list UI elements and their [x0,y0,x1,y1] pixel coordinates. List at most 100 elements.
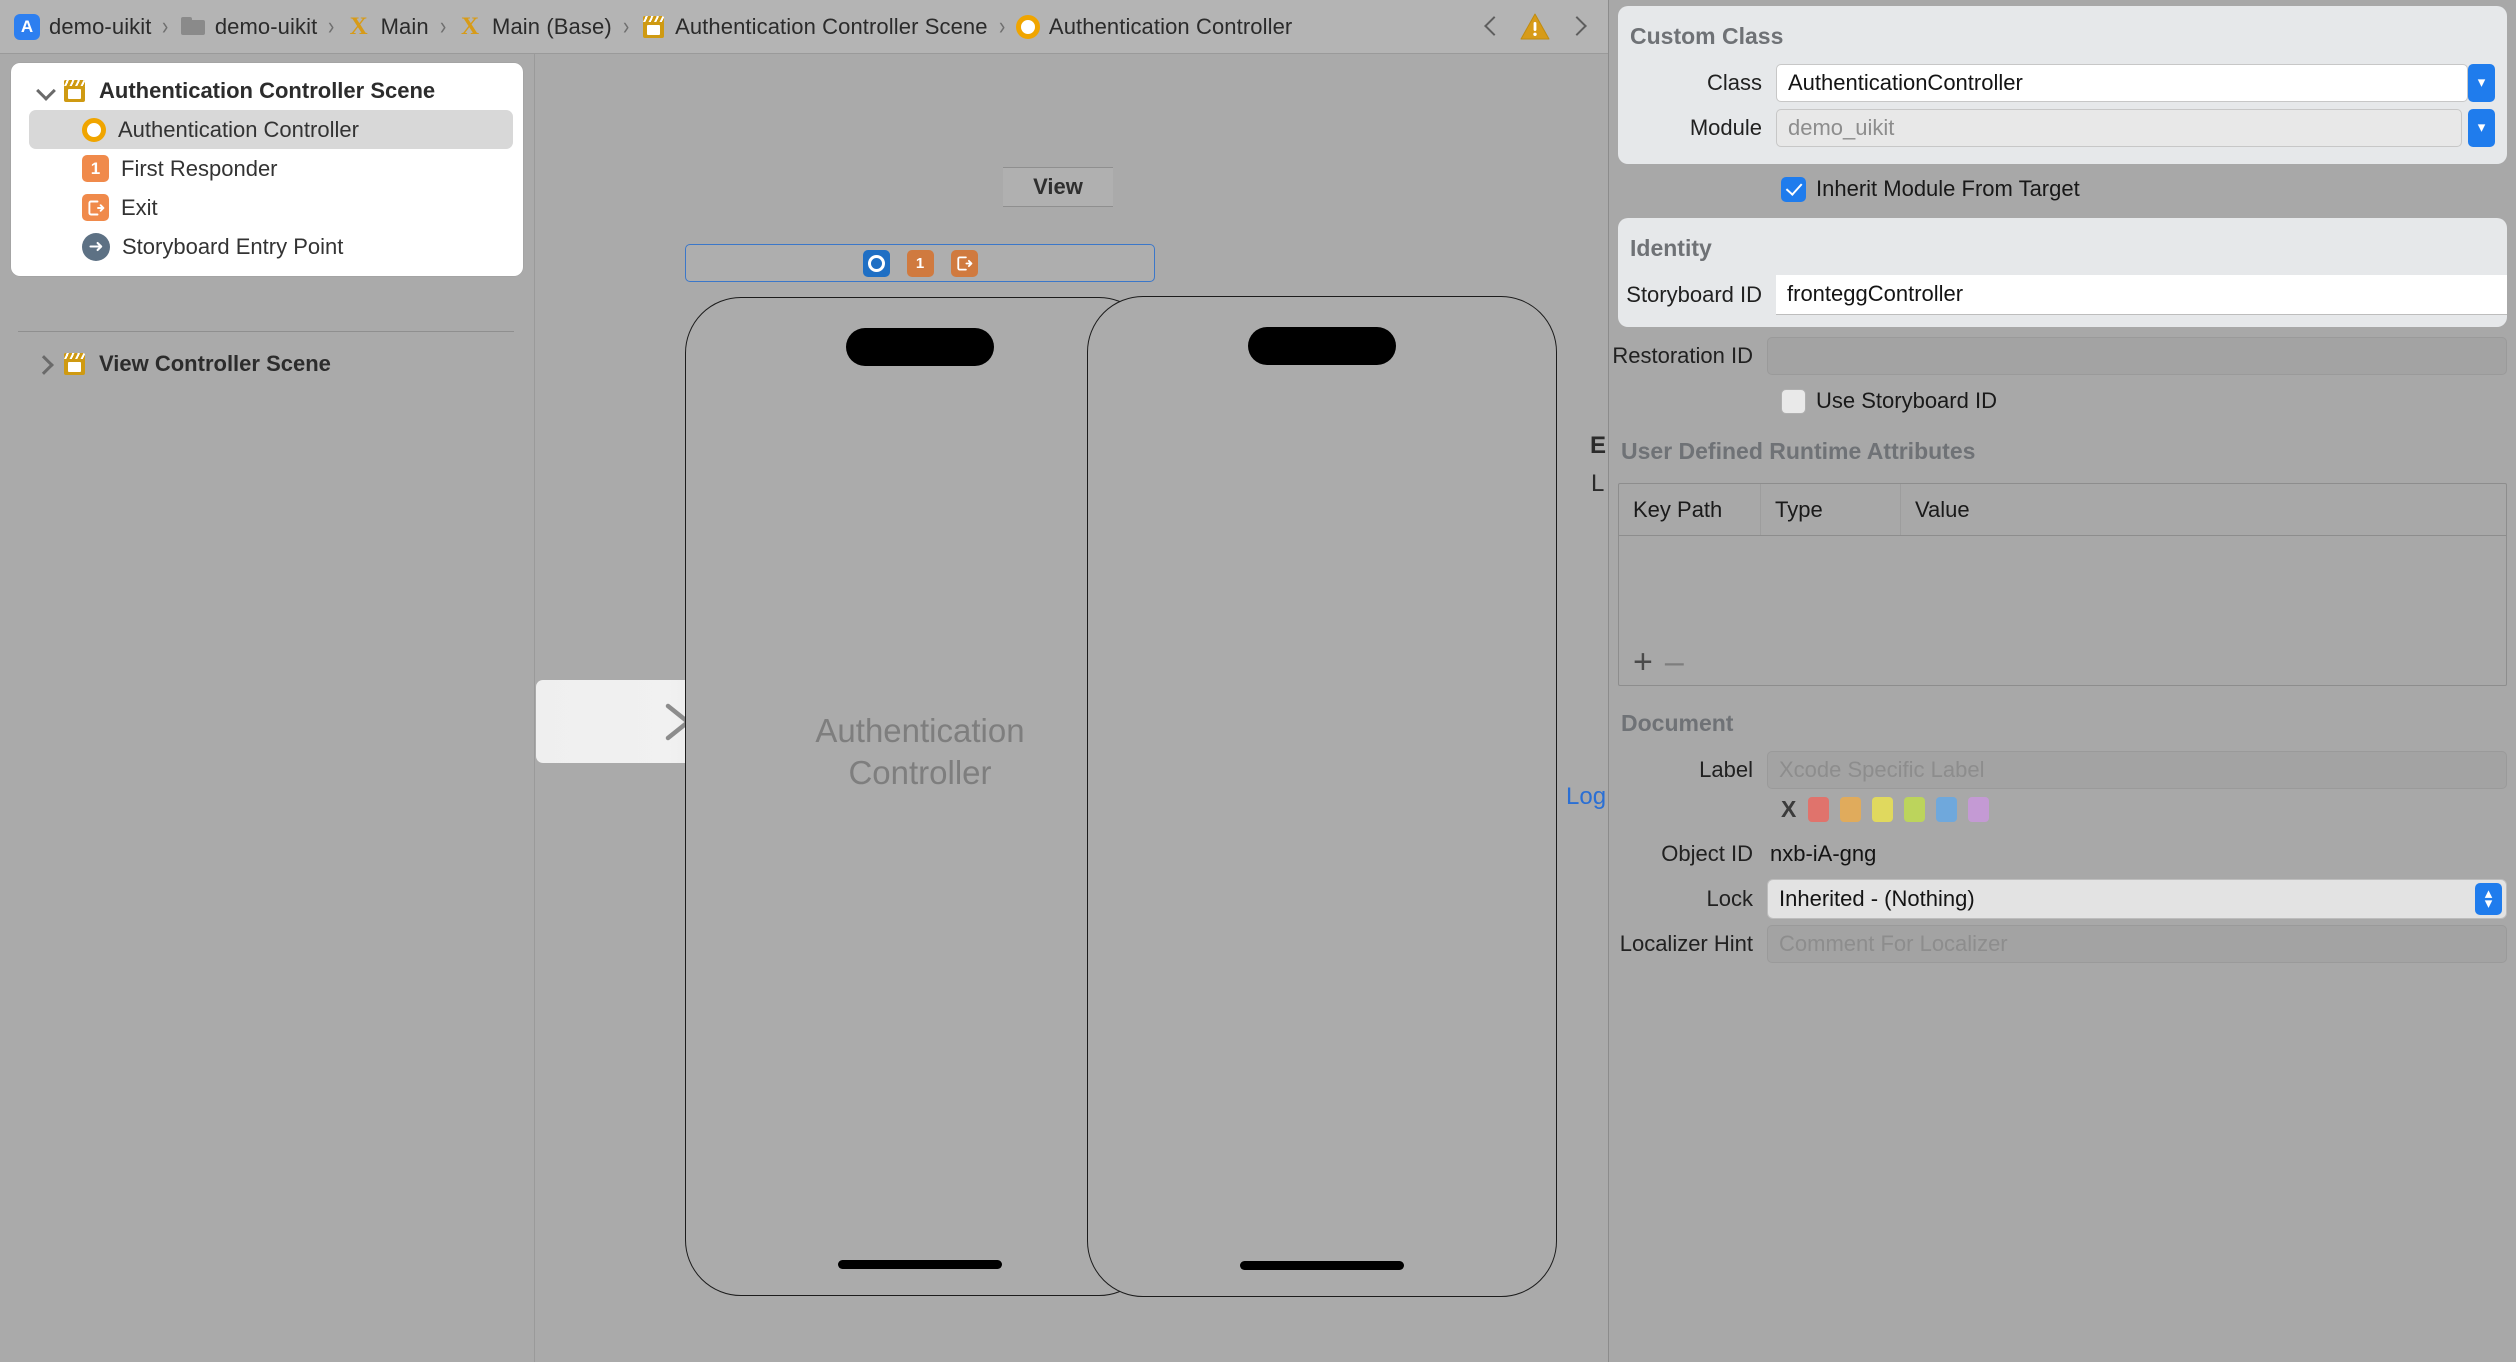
breadcrumb-item-controller[interactable]: Authentication Controller [1014,0,1294,54]
color-swatch-yellow[interactable] [1872,797,1893,822]
class-dropdown-button[interactable]: ▾ [2468,64,2495,102]
use-storyboard-id-row[interactable]: Use Storyboard ID [1609,378,2516,416]
table-header-row: Key Path Type Value [1619,484,2506,536]
color-swatch-purple[interactable] [1968,797,1989,822]
storyboard-icon: X [457,14,483,40]
chevron-up-down-icon: ▴▾ [2485,889,2493,908]
outline-item-label: View Controller Scene [99,351,331,377]
breadcrumb-separator: › [999,12,1005,41]
restoration-id-input[interactable] [1767,337,2507,375]
folder-icon [180,14,206,40]
restoration-id-row: Restoration ID [1609,333,2516,378]
column-header-key-path[interactable]: Key Path [1619,484,1761,535]
object-id-label: Object ID [1609,841,1767,867]
object-id-row: Object ID nxb-iA-gng [1609,831,2516,876]
outline-item-authentication-controller[interactable]: Authentication Controller [29,110,513,149]
storyboard-id-row: Storyboard ID fronteggController [1618,272,2507,317]
view-controller-scene-view[interactable] [1087,296,1557,1297]
breadcrumb-item-group[interactable]: demo-uikit [178,0,319,54]
label-label: Label [1609,757,1767,783]
home-indicator [838,1260,1002,1269]
column-header-type[interactable]: Type [1761,484,1901,535]
first-responder-icon: 1 [82,155,109,182]
section-title: Identity [1618,228,2507,272]
document-label-row: Label Xcode Specific Label [1609,747,2516,792]
restoration-id-label: Restoration ID [1609,343,1767,369]
nav-back-icon[interactable] [1480,16,1502,38]
add-attribute-button[interactable]: + [1633,645,1653,679]
breadcrumb-item-scene[interactable]: Authentication Controller Scene [638,0,990,54]
outline-item-exit[interactable]: Exit [11,188,523,227]
second-scene-login-link: Log [1566,783,1606,811]
runtime-attributes-table[interactable]: Key Path Type Value + – [1618,483,2507,686]
nav-forward-icon[interactable] [1568,16,1590,38]
view-controller-dock-icon[interactable] [863,250,890,277]
object-id-value: nxb-iA-gng [1767,841,1876,867]
chevron-down-icon[interactable] [33,79,57,103]
second-scene-email-label: E [1590,432,1606,460]
breadcrumb-item-project[interactable]: A demo-uikit [12,0,153,54]
breadcrumb-nav [1480,13,1608,40]
chevron-down-icon: ▾ [2478,78,2486,87]
authentication-controller-scene-view[interactable]: Authentication Controller [685,297,1155,1296]
second-scene-view-tab[interactable]: View [1003,167,1113,207]
identity-section: Identity Storyboard ID fronteggControlle… [1618,218,2507,327]
class-label: Class [1618,70,1776,96]
breadcrumb-label: Main (Base) [492,14,612,40]
outline-item-scene[interactable]: Authentication Controller Scene [11,71,523,110]
outline-item-first-responder[interactable]: 1 First Responder [11,149,523,188]
class-input[interactable]: AuthenticationController [1776,64,2468,102]
scene-icon [640,14,666,40]
outline-item-label: Authentication Controller Scene [99,78,435,104]
localizer-hint-input[interactable]: Comment For Localizer [1767,925,2507,963]
chevron-right-icon[interactable] [33,352,57,376]
scene-dock-bar[interactable]: 1 [685,244,1155,282]
view-controller-icon [1016,15,1040,39]
lock-stepper-button[interactable]: ▴▾ [2475,883,2502,915]
outline-item-label: First Responder [121,156,278,182]
module-input[interactable]: demo_uikit [1776,109,2462,147]
breadcrumb-item-storyboard[interactable]: X Main [344,0,431,54]
storyboard-id-input[interactable]: fronteggController [1776,275,2507,315]
label-input[interactable]: Xcode Specific Label [1767,751,2507,789]
entry-point-icon [82,233,110,261]
xcode-storyboard-window: A demo-uikit › demo-uikit › X Main › X M… [0,0,2516,1362]
color-swatch-green[interactable] [1904,797,1925,822]
module-dropdown-button[interactable]: ▾ [2468,109,2495,147]
scene-title-line2: Controller [686,752,1154,794]
inherit-module-checkbox[interactable] [1781,177,1806,202]
use-storyboard-id-checkbox[interactable] [1781,389,1806,414]
color-swatch-gray[interactable] [2000,797,2021,822]
breadcrumb-separator: › [440,12,446,41]
lock-row: Lock Inherited - (Nothing) ▴▾ [1609,876,2516,921]
color-swatch-red[interactable] [1808,797,1829,822]
table-body[interactable] [1619,536,2506,638]
color-swatch-orange[interactable] [1840,797,1861,822]
second-scene-sub-label: L [1591,470,1604,498]
label-color-swatches: X [1609,792,2516,831]
first-responder-dock-icon[interactable]: 1 [907,250,934,277]
localizer-hint-row: Localizer Hint Comment For Localizer [1609,921,2516,966]
document-outline-panel: Authentication Controller Scene Authenti… [0,54,535,1362]
inherit-module-row[interactable]: Inherit Module From Target [1609,170,2516,204]
module-row: Module demo_uikit ▾ [1618,105,2507,150]
outline-item-label: Authentication Controller [118,117,359,143]
localizer-hint-label: Localizer Hint [1609,931,1767,957]
lock-label: Lock [1609,886,1767,912]
breadcrumb-separator: › [163,12,169,41]
clear-color-button[interactable]: X [1781,796,1796,823]
outline-item-storyboard-entry-point[interactable]: Storyboard Entry Point [11,227,523,266]
column-header-value[interactable]: Value [1901,484,2506,535]
exit-dock-icon[interactable] [951,250,978,277]
warning-triangle-icon[interactable] [1520,13,1550,40]
breadcrumb-item-storyboard-base[interactable]: X Main (Base) [455,0,614,54]
remove-attribute-button[interactable]: – [1665,645,1684,679]
scene-title-line1: Authentication [686,710,1154,752]
color-swatch-blue[interactable] [1936,797,1957,822]
scene-placeholder-title: Authentication Controller [686,710,1154,794]
identity-inspector-panel: Custom Class Class AuthenticationControl… [1608,0,2516,1362]
dynamic-island [846,328,994,366]
outline-item-view-controller-scene[interactable]: View Controller Scene [11,344,523,383]
lock-select[interactable]: Inherited - (Nothing) ▴▾ [1767,879,2507,919]
storyboard-canvas[interactable]: 1 Authentication Controller [536,54,1608,1362]
